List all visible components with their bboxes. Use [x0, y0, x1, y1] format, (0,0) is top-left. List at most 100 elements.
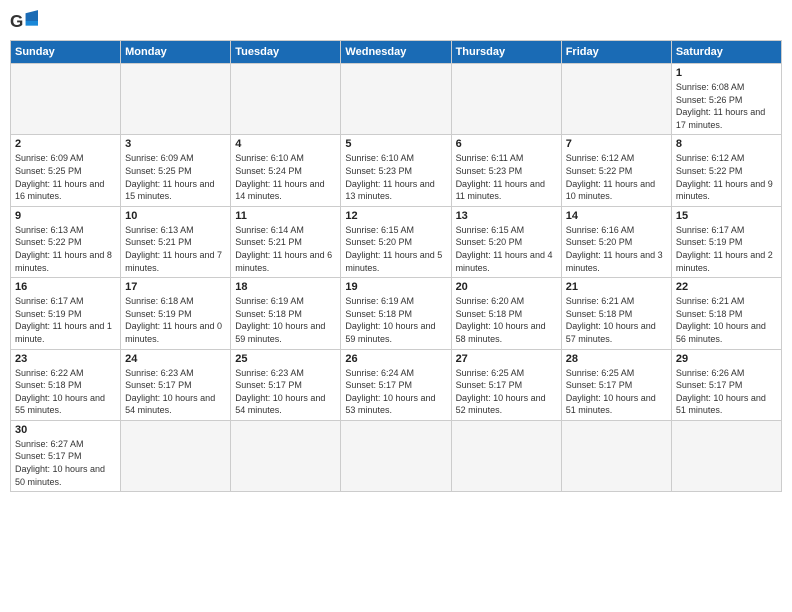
day-number: 22 — [676, 281, 777, 293]
day-number: 23 — [15, 353, 116, 365]
weekday-header-row: Sunday Monday Tuesday Wednesday Thursday… — [11, 41, 782, 64]
calendar-cell — [121, 420, 231, 491]
calendar-cell: 27Sunrise: 6:25 AMSunset: 5:17 PMDayligh… — [451, 349, 561, 420]
calendar-cell: 1 Sunrise: 6:08 AMSunset: 5:26 PMDaylight… — [671, 64, 781, 135]
day-number: 27 — [456, 353, 557, 365]
day-info: Sunrise: 6:27 AMSunset: 5:17 PMDaylight:… — [15, 438, 116, 488]
day-info: Sunrise: 6:11 AMSunset: 5:23 PMDaylight:… — [456, 152, 557, 202]
day-number: 18 — [235, 281, 336, 293]
calendar-cell: 14 Sunrise: 6:16 AMSunset: 5:20 PMDayligh… — [561, 206, 671, 277]
weekday-saturday: Saturday — [671, 41, 781, 64]
calendar-cell: 25 Sunrise: 6:23 AMSunset: 5:17 PMDayligh… — [231, 349, 341, 420]
weekday-sunday: Sunday — [11, 41, 121, 64]
day-number: 28 — [566, 353, 667, 365]
day-info: Sunrise: 6:17 AMSunset: 5:19 PMDaylight:… — [676, 224, 777, 274]
weekday-tuesday: Tuesday — [231, 41, 341, 64]
day-number: 2 — [15, 138, 116, 150]
calendar-cell: 4Sunrise: 6:10 AMSunset: 5:24 PMDaylight… — [231, 135, 341, 206]
calendar-cell: 23 Sunrise: 6:22 AMSunset: 5:18 PMDayligh… — [11, 349, 121, 420]
calendar-row: 30Sunrise: 6:27 AMSunset: 5:17 PMDayligh… — [11, 420, 782, 491]
calendar: Sunday Monday Tuesday Wednesday Thursday… — [10, 40, 782, 492]
day-number: 12 — [345, 210, 446, 222]
day-number: 1 — [676, 67, 777, 79]
day-info: Sunrise: 6:21 AMSunset: 5:18 PMDaylight:… — [566, 295, 667, 345]
day-info: Sunrise: 6:23 AMSunset: 5:17 PMDaylight:… — [235, 367, 336, 417]
day-info: Sunrise: 6:08 AMSunset: 5:26 PMDaylight:… — [676, 81, 777, 131]
day-number: 20 — [456, 281, 557, 293]
calendar-cell — [231, 64, 341, 135]
calendar-cell: 6Sunrise: 6:11 AMSunset: 5:23 PMDaylight… — [451, 135, 561, 206]
day-number: 3 — [125, 138, 226, 150]
calendar-cell — [231, 420, 341, 491]
svg-text:G: G — [10, 12, 23, 31]
day-number: 14 — [566, 210, 667, 222]
calendar-cell — [341, 64, 451, 135]
day-number: 25 — [235, 353, 336, 365]
calendar-row: 2 Sunrise: 6:09 AMSunset: 5:25 PMDaylight… — [11, 135, 782, 206]
calendar-cell: 16 Sunrise: 6:17 AMSunset: 5:19 PMDayligh… — [11, 278, 121, 349]
calendar-cell — [121, 64, 231, 135]
calendar-cell: 15 Sunrise: 6:17 AMSunset: 5:19 PMDayligh… — [671, 206, 781, 277]
day-info: Sunrise: 6:13 AMSunset: 5:22 PMDaylight:… — [15, 224, 116, 274]
calendar-cell: 11 Sunrise: 6:14 AMSunset: 5:21 PMDayligh… — [231, 206, 341, 277]
weekday-monday: Monday — [121, 41, 231, 64]
day-number: 24 — [125, 353, 226, 365]
day-number: 17 — [125, 281, 226, 293]
calendar-cell: 13Sunrise: 6:15 AMSunset: 5:20 PMDayligh… — [451, 206, 561, 277]
calendar-cell — [11, 64, 121, 135]
day-info: Sunrise: 6:13 AMSunset: 5:21 PMDaylight:… — [125, 224, 226, 274]
day-number: 19 — [345, 281, 446, 293]
day-info: Sunrise: 6:19 AMSunset: 5:18 PMDaylight:… — [345, 295, 446, 345]
calendar-cell: 17Sunrise: 6:18 AMSunset: 5:19 PMDayligh… — [121, 278, 231, 349]
calendar-cell — [451, 420, 561, 491]
calendar-row: 23 Sunrise: 6:22 AMSunset: 5:18 PMDayligh… — [11, 349, 782, 420]
calendar-cell: 24 Sunrise: 6:23 AMSunset: 5:17 PMDayligh… — [121, 349, 231, 420]
day-number: 15 — [676, 210, 777, 222]
page-header: G — [10, 10, 782, 32]
day-number: 8 — [676, 138, 777, 150]
weekday-friday: Friday — [561, 41, 671, 64]
day-info: Sunrise: 6:17 AMSunset: 5:19 PMDaylight:… — [15, 295, 116, 345]
day-info: Sunrise: 6:22 AMSunset: 5:18 PMDaylight:… — [15, 367, 116, 417]
calendar-cell: 12Sunrise: 6:15 AMSunset: 5:20 PMDayligh… — [341, 206, 451, 277]
day-number: 29 — [676, 353, 777, 365]
day-info: Sunrise: 6:10 AMSunset: 5:23 PMDaylight:… — [345, 152, 446, 202]
weekday-wednesday: Wednesday — [341, 41, 451, 64]
day-number: 16 — [15, 281, 116, 293]
weekday-thursday: Thursday — [451, 41, 561, 64]
calendar-cell: 19 Sunrise: 6:19 AMSunset: 5:18 PMDayligh… — [341, 278, 451, 349]
calendar-cell — [561, 420, 671, 491]
logo-icon: G — [10, 10, 38, 32]
day-info: Sunrise: 6:23 AMSunset: 5:17 PMDaylight:… — [125, 367, 226, 417]
calendar-cell — [341, 420, 451, 491]
day-number: 5 — [345, 138, 446, 150]
calendar-cell: 3 Sunrise: 6:09 AMSunset: 5:25 PMDaylight… — [121, 135, 231, 206]
calendar-cell: 10Sunrise: 6:13 AMSunset: 5:21 PMDayligh… — [121, 206, 231, 277]
calendar-row: 16 Sunrise: 6:17 AMSunset: 5:19 PMDayligh… — [11, 278, 782, 349]
day-info: Sunrise: 6:24 AMSunset: 5:17 PMDaylight:… — [345, 367, 446, 417]
calendar-cell — [561, 64, 671, 135]
calendar-cell: 26 Sunrise: 6:24 AMSunset: 5:17 PMDayligh… — [341, 349, 451, 420]
calendar-row: 1 Sunrise: 6:08 AMSunset: 5:26 PMDaylight… — [11, 64, 782, 135]
calendar-cell: 29 Sunrise: 6:26 AMSunset: 5:17 PMDayligh… — [671, 349, 781, 420]
calendar-cell: 7Sunrise: 6:12 AMSunset: 5:22 PMDaylight… — [561, 135, 671, 206]
day-number: 26 — [345, 353, 446, 365]
day-info: Sunrise: 6:21 AMSunset: 5:18 PMDaylight:… — [676, 295, 777, 345]
day-info: Sunrise: 6:16 AMSunset: 5:20 PMDaylight:… — [566, 224, 667, 274]
day-info: Sunrise: 6:09 AMSunset: 5:25 PMDaylight:… — [125, 152, 226, 202]
calendar-cell: 8Sunrise: 6:12 AMSunset: 5:22 PMDaylight… — [671, 135, 781, 206]
calendar-cell — [451, 64, 561, 135]
day-info: Sunrise: 6:19 AMSunset: 5:18 PMDaylight:… — [235, 295, 336, 345]
day-number: 7 — [566, 138, 667, 150]
day-info: Sunrise: 6:26 AMSunset: 5:17 PMDaylight:… — [676, 367, 777, 417]
day-info: Sunrise: 6:20 AMSunset: 5:18 PMDaylight:… — [456, 295, 557, 345]
day-info: Sunrise: 6:10 AMSunset: 5:24 PMDaylight:… — [235, 152, 336, 202]
day-number: 11 — [235, 210, 336, 222]
calendar-cell — [671, 420, 781, 491]
logo: G — [10, 10, 42, 32]
calendar-cell: 20 Sunrise: 6:20 AMSunset: 5:18 PMDayligh… — [451, 278, 561, 349]
calendar-cell: 21Sunrise: 6:21 AMSunset: 5:18 PMDayligh… — [561, 278, 671, 349]
calendar-cell: 2Sunrise: 6:09 AMSunset: 5:25 PMDaylight… — [11, 135, 121, 206]
day-info: Sunrise: 6:14 AMSunset: 5:21 PMDaylight:… — [235, 224, 336, 274]
day-number: 9 — [15, 210, 116, 222]
